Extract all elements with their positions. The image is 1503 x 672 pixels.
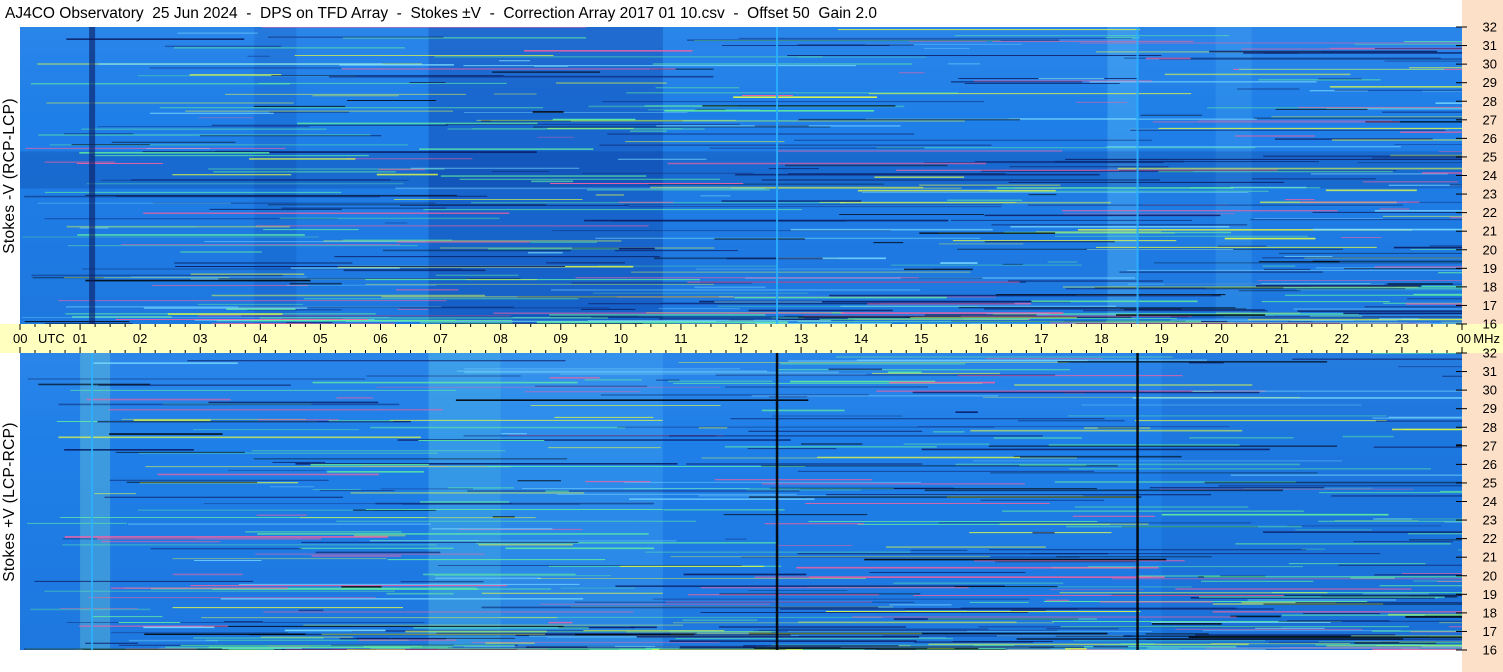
utc-tick-label: 12 <box>734 331 748 346</box>
utc-tick-label: 20 <box>1214 331 1228 346</box>
mhz-unit-label: MHz <box>1473 331 1500 346</box>
time-axis-canvas: 00 01 02 03 04 05 06 07 08 09 10 11 12 13 14 15 16 17 18 19… <box>13 324 1500 353</box>
spectrogram-region <box>80 353 111 650</box>
utc-tick-label: 23 <box>1395 331 1409 346</box>
utc-tick-label: 06 <box>373 331 387 346</box>
utc-tick-label: 14 <box>854 331 868 346</box>
top-spectrogram-canvas <box>20 27 1462 324</box>
utc-tick-label: 02 <box>133 331 147 346</box>
utc-tick-label: 11 <box>674 331 688 346</box>
utc-tick-label: 13 <box>794 331 808 346</box>
bottom-panel-y-label: Stokes +V (LCP-RCP) <box>1 421 18 582</box>
utc-tick-label: 15 <box>914 331 928 346</box>
chart-title: AJ4CO Observatory 25 Jun 2024 - DPS on T… <box>0 0 1462 27</box>
utc-tick-label: 01 <box>73 331 87 346</box>
utc-tick-label: 09 <box>554 331 568 346</box>
utc-tick-label: 21 <box>1275 331 1289 346</box>
top-panel-y-label: Stokes -V (RCP-LCP) <box>1 97 18 254</box>
spectrogram-region <box>500 353 663 650</box>
utc-tick-label: 00 <box>13 331 27 346</box>
stokes-plus-v-spectrogram <box>20 353 1462 650</box>
bottom-y-label-area: Stokes +V (LCP-RCP) <box>0 353 20 650</box>
utc-tick-label: 19 <box>1154 331 1168 346</box>
utc-axis-label: UTC <box>38 331 65 346</box>
utc-tick-label: 22 <box>1335 331 1349 346</box>
stokes-minus-v-spectrogram <box>20 27 1462 324</box>
top-y-label-area: Stokes -V (RCP-LCP) <box>0 27 20 324</box>
utc-time-axis: 00 01 02 03 04 05 06 07 08 09 10 11 12 13 14 15 16 17 18 19… <box>0 324 1503 353</box>
utc-tick-label: 10 <box>614 331 628 346</box>
bottom-spectrogram-canvas <box>24 353 1462 650</box>
utc-tick-label: 05 <box>313 331 327 346</box>
utc-tick-label: 04 <box>253 331 267 346</box>
utc-tick-label: 08 <box>493 331 507 346</box>
utc-tick-label: 18 <box>1094 331 1108 346</box>
utc-tick-label: 00 <box>1457 331 1471 346</box>
utc-tick-label: 07 <box>433 331 447 346</box>
utc-tick-label: 16 <box>974 331 988 346</box>
utc-tick-label: 03 <box>193 331 207 346</box>
utc-tick-label: 17 <box>1034 331 1048 346</box>
